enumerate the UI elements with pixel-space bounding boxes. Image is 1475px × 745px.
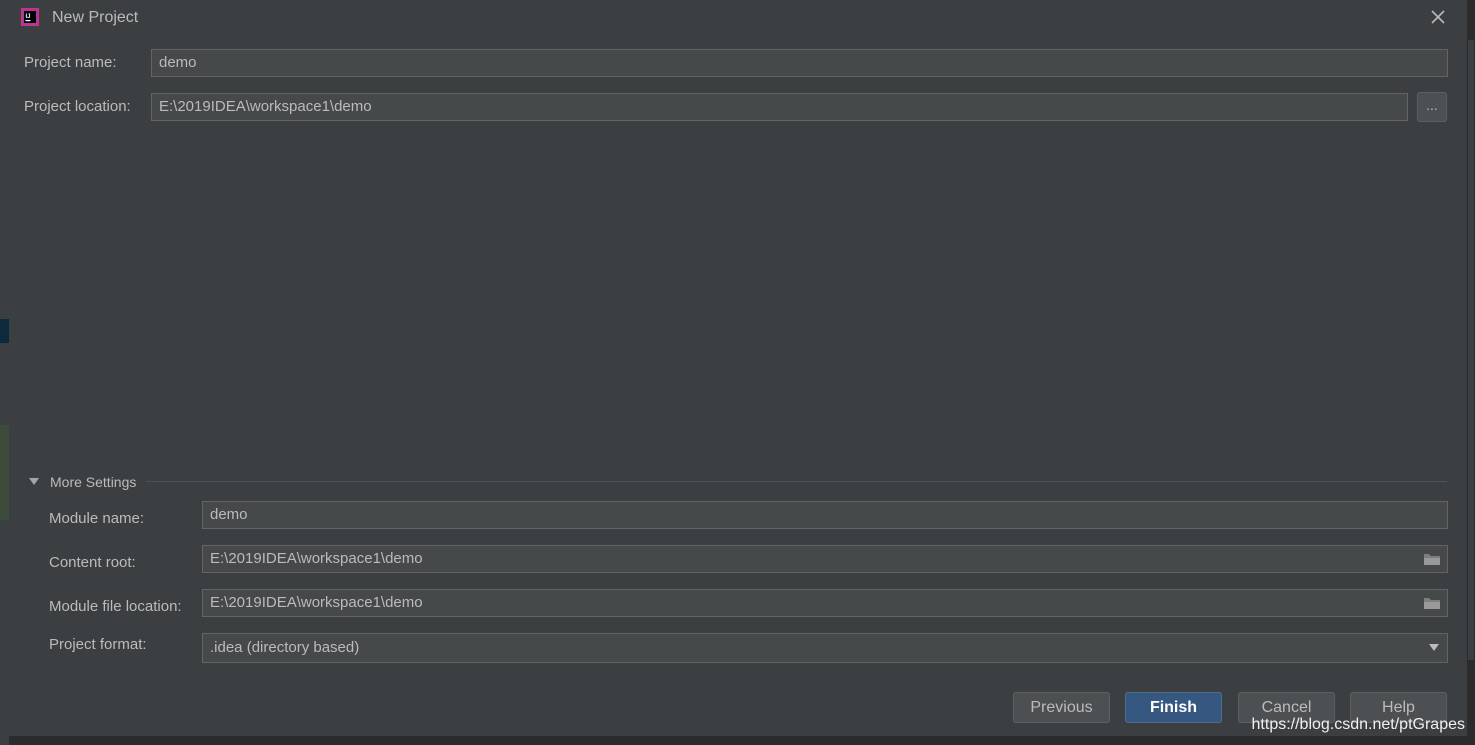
module-file-location-label: Module file location: — [49, 598, 182, 615]
svg-text:IJ: IJ — [26, 14, 31, 20]
collapse-triangle-icon — [29, 478, 39, 485]
background-ide-strip — [0, 0, 9, 745]
finish-button[interactable]: Finish — [1125, 692, 1222, 723]
module-file-location-field[interactable]: E:\2019IDEA\workspace1\demo — [202, 589, 1448, 617]
intellij-idea-icon: IJ — [21, 8, 39, 26]
new-project-dialog: IJ New Project Project name: demo Projec… — [9, 0, 1467, 736]
watermark-text: https://blog.csdn.net/ptGrapes — [1251, 716, 1465, 733]
previous-button[interactable]: Previous — [1013, 692, 1110, 723]
section-divider — [146, 481, 1447, 482]
content-root-field[interactable]: E:\2019IDEA\workspace1\demo — [202, 545, 1448, 573]
folder-icon[interactable] — [1423, 552, 1441, 566]
project-location-field[interactable]: E:\2019IDEA\workspace1\demo — [151, 93, 1408, 121]
title-bar: IJ New Project — [9, 0, 1467, 36]
window-title: New Project — [52, 9, 139, 26]
project-name-label: Project name: — [24, 54, 117, 71]
background-highlight — [0, 425, 9, 520]
more-settings-label: More Settings — [50, 474, 137, 490]
project-location-label: Project location: — [24, 98, 131, 115]
module-name-label: Module name: — [49, 510, 145, 527]
content-root-label: Content root: — [49, 554, 136, 571]
content-root-value: E:\2019IDEA\workspace1\demo — [210, 550, 423, 567]
project-format-value: .idea (directory based) — [210, 639, 360, 656]
close-icon[interactable] — [1429, 8, 1447, 26]
project-format-label: Project format: — [49, 636, 147, 653]
module-file-location-value: E:\2019IDEA\workspace1\demo — [210, 594, 423, 611]
background-selection — [0, 319, 9, 343]
background-right-strip — [1467, 0, 1475, 745]
scrollbar-thumb — [1468, 40, 1474, 660]
module-name-field[interactable]: demo — [202, 501, 1448, 529]
folder-icon[interactable] — [1423, 596, 1441, 610]
project-format-dropdown[interactable]: .idea (directory based) — [202, 633, 1448, 663]
browse-button[interactable]: ... — [1417, 92, 1447, 122]
project-name-field[interactable]: demo — [151, 49, 1448, 77]
chevron-down-icon — [1429, 644, 1439, 651]
